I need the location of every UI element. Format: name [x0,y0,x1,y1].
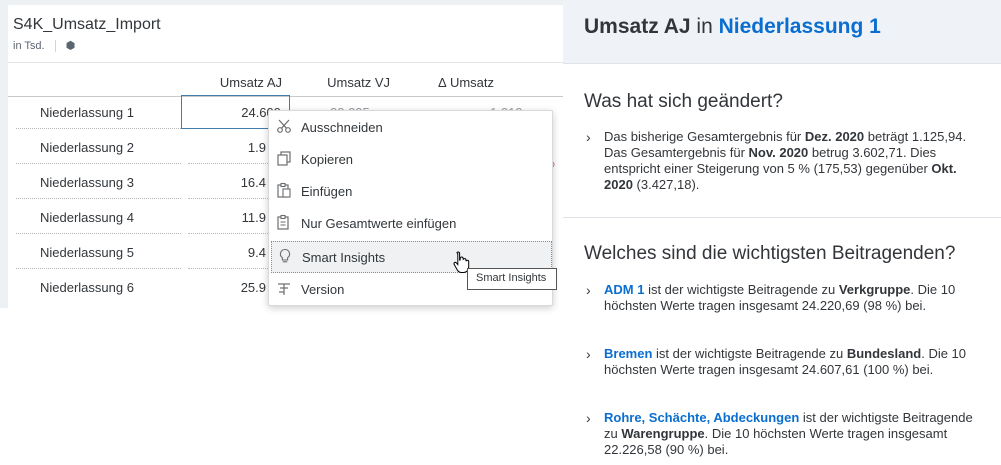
copy-icon [275,150,293,168]
menu-item-label: Kopieren [301,151,354,167]
text-part: ist der wichtigste Beitragende zu [644,282,839,297]
row-divider [188,268,268,269]
unit-label: in Tsd. [13,39,45,52]
menu-item-label: Einfügen [301,183,353,199]
contributor-text: Bremen ist der wichtigste Beitragende zu… [604,346,979,378]
menu-item-label: Nur Gesamtwerte einfügen [301,215,457,231]
row-divider [188,198,268,199]
row-label[interactable]: Niederlassung 4 [40,210,134,225]
cell-value[interactable]: 11.9 [186,210,266,225]
row-divider [16,268,181,269]
cell-value[interactable]: 1.9 [186,140,266,155]
version-icon [275,280,293,298]
row-divider [16,128,181,129]
menu-item-copy[interactable]: Kopieren [269,143,554,175]
canvas-left-edge [0,0,8,308]
subtitle-separator [54,39,56,52]
contributor-link[interactable]: ADM 1 [604,282,644,297]
cell-value[interactable]: 9.4 [186,245,266,260]
menu-item-label: Ausschneiden [301,119,383,135]
menu-item-cut[interactable]: Ausschneiden [269,111,554,143]
row-divider [16,198,181,199]
row-divider [188,233,268,234]
section-title-changes: Was hat sich geändert? [584,91,783,112]
hierarchy-icon[interactable]: ⬢ [66,39,76,52]
column-header-umsatz-vj[interactable]: Umsatz VJ [298,75,390,90]
period-current: Dez. 2020 [804,129,865,144]
menu-item-paste-values[interactable]: Nur Gesamtwerte einfügen [269,207,554,239]
section-title-contributors: Welches sind die wichtigsten Beitragende… [584,243,956,264]
panel-title: Umsatz AJ in Niederlassung 1 [584,15,881,39]
panel-header: Umsatz AJ in Niederlassung 1 [563,0,1001,64]
panel-title-measure: Umsatz AJ [584,15,691,38]
row-divider [16,233,181,234]
scissors-icon [275,118,293,136]
text-part: Das bisherige Gesamtergebnis für [604,129,805,144]
dimension-name: Warengruppe [621,426,705,441]
text-part: (3.427,18). [632,177,700,192]
text-part: ist der wichtigste Beitragende zu [652,346,847,361]
row-divider [16,163,181,164]
chevron-right-icon[interactable]: › [586,129,591,145]
section-divider [563,217,1001,218]
cell-value[interactable]: 25.9 [186,280,266,295]
row-label[interactable]: Niederlassung 5 [40,245,134,260]
column-header-umsatz-aj[interactable]: Umsatz AJ [198,75,282,90]
panel-title-dimension[interactable]: Niederlassung 1 [719,15,881,38]
paste-values-icon [275,214,293,232]
menu-item-label: Version [301,281,345,297]
paste-icon [275,182,293,200]
row-label[interactable]: Niederlassung 1 [40,105,134,120]
lightbulb-icon [276,248,294,266]
chevron-right-icon[interactable]: › [586,282,591,298]
column-header-delta-umsatz[interactable]: ∆ Umsatz [408,75,494,90]
menu-item-paste[interactable]: Einfügen [269,175,554,207]
row-label[interactable]: Niederlassung 6 [40,280,134,295]
contributor-text: ADM 1 ist der wichtigste Beitragende zu … [604,282,979,314]
period-previous: Nov. 2020 [748,145,809,160]
contributor-link[interactable]: Bremen [604,346,652,361]
panel-title-connector: in [690,15,719,38]
row-divider [188,163,268,164]
widget-title: S4K_Umsatz_Import [13,16,161,33]
menu-item-label: Smart Insights [302,249,386,265]
chevron-right-icon[interactable]: › [586,346,591,362]
row-label[interactable]: Niederlassung 2 [40,140,134,155]
smart-insights-panel: Umsatz AJ in Niederlassung 1 Was hat sic… [563,0,1001,465]
row-label[interactable]: Niederlassung 3 [40,175,134,190]
tooltip: Smart Insights [467,268,557,290]
widget-subtitle: in Tsd. ⬢ [13,39,75,52]
table-widget-area: S4K_Umsatz_Import in Tsd. ⬢ Umsatz AJ Um… [0,0,563,465]
dimension-name: Bundesland [846,346,922,361]
contributor-text: Rohre, Schächte, Abdeckungen ist der wic… [604,410,979,458]
dimension-name: Verkgruppe [838,282,911,297]
cell-value[interactable]: 16.4 [186,175,266,190]
table-header: Umsatz AJ Umsatz VJ ∆ Umsatz [8,62,563,97]
contributor-link[interactable]: Rohre, Schächte, Abdeckungen [604,410,799,425]
insight-text: Das bisherige Gesamtergebnis für Dez. 20… [604,129,979,193]
chevron-right-icon[interactable]: › [586,410,591,426]
